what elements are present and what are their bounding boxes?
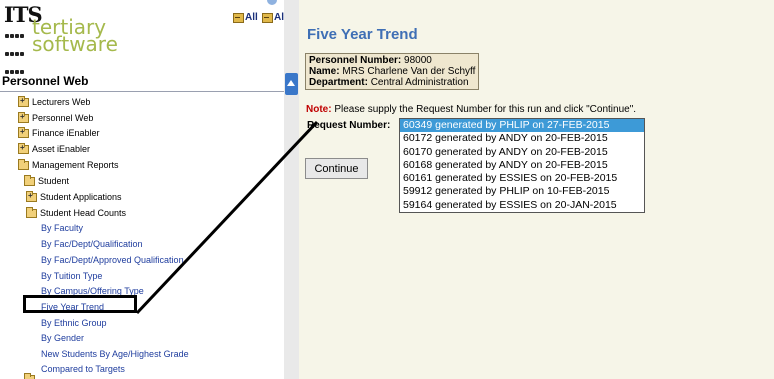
annotation-callout-line — [135, 120, 319, 315]
